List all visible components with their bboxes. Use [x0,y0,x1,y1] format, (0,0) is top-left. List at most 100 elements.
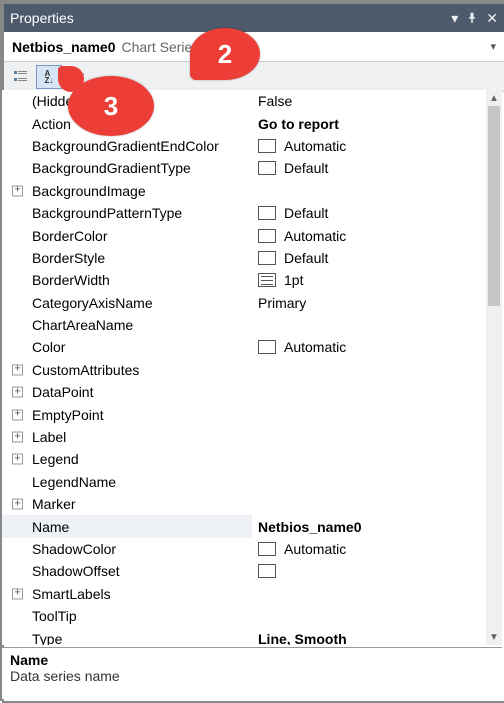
property-name-label: BackgroundPatternType [32,205,182,221]
property-row[interactable]: ChartAreaName [2,314,486,336]
property-name-label: EmptyPoint [32,407,104,423]
property-name-label: Color [32,339,65,355]
property-row[interactable]: +SmartLabels [2,583,486,605]
property-name-label: BackgroundGradientEndColor [32,138,219,154]
property-row[interactable]: CategoryAxisNamePrimary [2,292,486,314]
property-value[interactable]: False [252,90,486,112]
property-value[interactable]: Primary [252,292,486,314]
property-value[interactable] [252,381,486,403]
property-value[interactable]: Default [252,202,486,224]
selected-object-name: Netbios_name0 [12,39,115,55]
property-name-label: CustomAttributes [32,362,139,378]
property-value-label: Netbios_name0 [258,519,361,535]
property-value[interactable] [252,605,486,627]
property-name: + EmptyPoint [2,403,252,425]
scroll-thumb[interactable] [488,106,500,306]
property-value[interactable]: Default [252,247,486,269]
scroll-up-icon[interactable]: ▲ [486,90,502,106]
property-row[interactable]: + Label [2,426,486,448]
property-row[interactable]: BorderWidth 1pt [2,269,486,291]
expand-icon[interactable]: + [12,409,23,420]
selected-object-type: Chart Series [121,39,199,55]
property-row[interactable]: BackgroundPatternType Default [2,202,486,224]
color-swatch [258,139,276,153]
property-name: BackgroundGradientEndColor [2,135,252,157]
property-row[interactable]: ToolTip [2,605,486,627]
property-row[interactable]: + EmptyPoint [2,403,486,425]
color-swatch [258,251,276,265]
property-row[interactable]: Color Automatic [2,336,486,358]
property-value[interactable] [252,493,486,515]
expand-icon[interactable]: + [12,364,23,375]
property-row[interactable]: Name Netbios_name0 [2,515,486,537]
categorized-button[interactable] [8,65,34,89]
property-value[interactable] [252,471,486,493]
property-value[interactable]: Go to report [252,112,486,134]
expand-icon[interactable]: + [12,387,23,398]
property-value[interactable] [252,448,486,470]
property-row[interactable]: ShadowColor Automatic [2,538,486,560]
property-row[interactable]: LegendName [2,471,486,493]
property-row[interactable]: BackgroundGradientEndColor Automatic [2,135,486,157]
property-name-label: Name [32,519,69,535]
property-row[interactable]: ShadowOffset [2,560,486,582]
expand-icon[interactable]: + [12,588,23,599]
close-icon[interactable]: ✕ [486,10,498,27]
property-name-label: ChartAreaName [32,317,133,333]
property-row[interactable]: +Legend [2,448,486,470]
property-row[interactable]: +BackgroundImage [2,180,486,202]
property-grid: (Hidden)FalseActionGo to reportBackgroun… [2,90,502,645]
color-swatch [258,542,276,556]
property-value-label: Automatic [284,541,346,557]
property-value[interactable]: Default [252,157,486,179]
scroll-down-icon[interactable]: ▼ [486,629,502,645]
property-value[interactable]: Automatic [252,224,486,246]
property-row[interactable]: BorderStyleDefault [2,247,486,269]
property-value[interactable] [252,560,486,582]
property-name: ShadowColor [2,538,252,560]
property-value-label: 1pt [284,272,303,288]
property-name: + DataPoint [2,381,252,403]
property-value-label: Automatic [284,138,346,154]
expand-icon[interactable]: + [12,499,23,510]
property-value[interactable] [252,314,486,336]
property-name: BackgroundGradientType [2,157,252,179]
expand-icon[interactable]: + [12,185,23,196]
property-row[interactable]: BorderColorAutomatic [2,224,486,246]
property-value-label: Primary [258,295,306,311]
property-value[interactable]: Netbios_name0 [252,515,486,537]
property-name-label: Label [32,429,66,445]
property-name: BackgroundPatternType [2,202,252,224]
property-name-label: BackgroundGradientType [32,160,191,176]
property-value[interactable]: Automatic [252,135,486,157]
property-name-label: DataPoint [32,384,93,400]
expand-icon[interactable]: + [12,432,23,443]
property-value[interactable] [252,426,486,448]
property-name-label: ToolTip [32,608,77,624]
property-row[interactable]: +Marker [2,493,486,515]
property-value[interactable] [252,583,486,605]
property-name: +BackgroundImage [2,180,252,202]
property-value[interactable]: Automatic [252,336,486,358]
dropdown-icon[interactable]: ▾ [451,10,458,27]
property-value[interactable]: Line, Smooth [252,627,486,645]
description-panel: Name Data series name [2,647,502,699]
pin-icon[interactable] [466,12,478,24]
expand-icon[interactable]: + [12,454,23,465]
property-row[interactable]: + CustomAttributes [2,359,486,381]
property-row[interactable]: + DataPoint [2,381,486,403]
property-row[interactable]: TypeLine, Smooth [2,627,486,645]
property-row[interactable]: BackgroundGradientType Default [2,157,486,179]
property-name: +Marker [2,493,252,515]
property-value[interactable] [252,359,486,381]
property-name: BorderStyle [2,247,252,269]
property-value[interactable] [252,180,486,202]
property-value[interactable]: Automatic [252,538,486,560]
property-name: BorderWidth [2,269,252,291]
scroll-track[interactable] [486,106,502,629]
property-value[interactable] [252,403,486,425]
chevron-down-icon[interactable]: ▾ [490,40,496,53]
property-value[interactable]: 1pt [252,269,486,291]
scrollbar[interactable]: ▲ ▼ [486,90,502,645]
color-swatch [258,161,276,175]
